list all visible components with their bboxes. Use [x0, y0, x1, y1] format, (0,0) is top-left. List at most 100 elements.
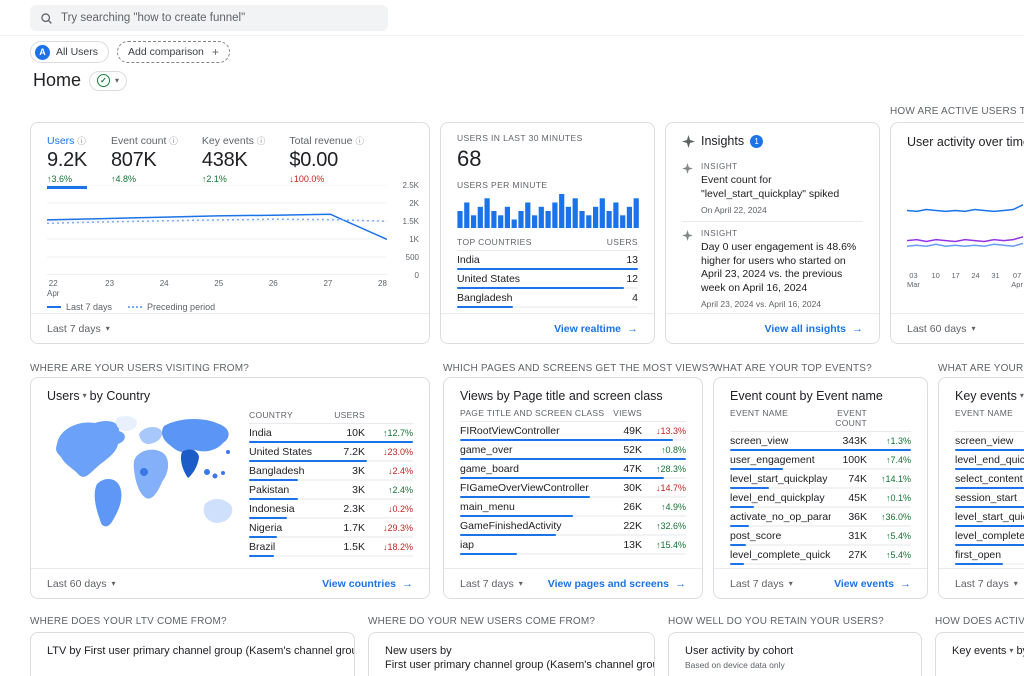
key-events-table: EVENT NAME KEY EVENTS screen_view level_e… [939, 408, 1024, 565]
row-bar [955, 524, 1024, 527]
arrow-right-icon: → [852, 322, 863, 335]
row-label: Pakistan [249, 484, 290, 496]
insights-icon [682, 134, 695, 148]
insights-header: Insights 1 [666, 123, 879, 155]
date-range-selector[interactable]: Last 60 days ▾ [907, 323, 976, 335]
countries-table-header: COUNTRY USERS [249, 410, 413, 424]
date-range-selector[interactable]: Last 7 days ▾ [460, 578, 523, 590]
all-users-chip[interactable]: A All Users [30, 41, 110, 63]
table-row: India 10K ↑12.7% [249, 427, 413, 443]
pages-rows: FIRootViewController 49K ↓13.3% game_over 52… [460, 425, 686, 555]
overview-card-footer: Last 7 days ▾ [31, 313, 429, 343]
row-bar [460, 438, 686, 441]
view-all-insights-link[interactable]: View all insights → [765, 323, 864, 335]
row-delta: ↑5.4% [885, 531, 911, 541]
map-region-australia [203, 498, 233, 523]
row-delta: ↑12.7% [382, 428, 413, 438]
row-bar [457, 305, 638, 308]
row-value: 3K [352, 465, 365, 477]
date-range-selector[interactable]: Last 60 days ▾ [47, 578, 116, 590]
row-label: select_content [955, 473, 1023, 485]
info-icon[interactable]: ⓘ [169, 135, 178, 147]
comparison-bar: A All Users Add comparison + [30, 41, 230, 63]
trending-card: User activity over time 03 Mar 10 17 24 31 07 A… [890, 122, 1024, 344]
search-input[interactable] [61, 12, 378, 24]
table-row: Bangladesh 3K ↓2.4% [249, 465, 413, 481]
trending-card-footer: Last 60 days ▾ [891, 313, 1024, 343]
metric-tab-users[interactable]: Users ⓘ 9.2K ↑3.6% [47, 135, 87, 189]
users-by-country-card: Users ▾ by Country COUNTRY USERS India 1… [30, 377, 430, 599]
x-axis-label: 28 [378, 279, 387, 288]
users-per-minute-chart [457, 194, 639, 228]
metric-selector[interactable]: Users [47, 389, 80, 403]
view-realtime-label: View realtime [554, 322, 621, 335]
row-bar [460, 552, 686, 555]
top-countries-column-header: TOP COUNTRIES [457, 237, 532, 247]
info-icon[interactable]: ⓘ [355, 135, 364, 147]
retention-card-title: User activity by cohort [669, 633, 921, 657]
info-icon[interactable]: ⓘ [77, 135, 86, 147]
world-map [56, 415, 233, 527]
row-value: 52K [623, 444, 642, 456]
table-row: level_end_quickplay [955, 454, 1024, 470]
view-countries-link[interactable]: View countries → [322, 578, 413, 590]
new-users-line2-text: First user primary channel group (Kasem'… [385, 659, 654, 671]
page-title: Home [33, 70, 82, 90]
table-row: screen_view 343K ↑1.3% [730, 435, 911, 451]
row-delta: ↓0.2% [387, 504, 413, 514]
y-axis-label: 1.5K [402, 217, 419, 226]
row-delta: ↑15.4% [655, 540, 686, 550]
insight-item[interactable]: INSIGHT Event count for "level_start_quic… [682, 155, 863, 221]
x-axis-label: 10 [931, 271, 940, 280]
row-label: FIGameOverViewController [460, 482, 589, 494]
row-bar [457, 267, 638, 270]
x-axis-label: 26 [268, 279, 278, 288]
date-range-selector[interactable]: Last 7 days ▾ [47, 323, 110, 335]
metric-tab-event-count[interactable]: Event count ⓘ 807K ↑4.8% [111, 135, 178, 189]
row-delta: ↑32.6% [655, 521, 686, 531]
metric-value: $0.00 [289, 149, 338, 171]
chevron-down-icon: ▾ [971, 323, 976, 333]
view-pages-link[interactable]: View pages and screens → [548, 578, 686, 590]
row-label: level_start_quickplay [730, 473, 828, 485]
table-row: level_complete_quickplay 27K ↑5.4% [730, 549, 911, 565]
table-row: United States 12 [457, 273, 638, 289]
metric-tab-key-events[interactable]: Key events ⓘ 438K ↑2.1% [202, 135, 265, 189]
date-range-selector[interactable]: Last 7 days ▾ [730, 578, 793, 590]
date-range-label: Last 7 days [955, 577, 1009, 590]
metric-selector[interactable]: Key events [955, 389, 1017, 403]
user-activity-chart [907, 204, 1023, 247]
metric-selector[interactable]: Key events [952, 645, 1006, 657]
insight-text: Day 0 user engagement is 48.6% higher fo… [701, 240, 857, 295]
row-bar [955, 562, 1024, 565]
metric-tab-total-revenue[interactable]: Total revenue ⓘ $0.00 ↓100.0% [289, 135, 364, 189]
ltv-title-text: LTV by First user primary channel group … [47, 645, 354, 657]
event-name-column-header: EVENT NAME [955, 408, 1014, 418]
map-region-asia [161, 418, 229, 453]
info-icon[interactable]: ⓘ [257, 135, 266, 147]
table-row: user_engagement 100K ↑7.4% [730, 454, 911, 470]
date-range-selector[interactable]: Last 7 days ▾ [955, 578, 1018, 590]
arrow-right-icon: → [675, 577, 686, 590]
pages-views-title: Views by Page title and screen class [444, 378, 702, 408]
users-per-minute-label: USERS PER MINUTE [457, 180, 548, 190]
add-comparison-chip[interactable]: Add comparison + [117, 41, 230, 63]
row-label: level_end_quickplay [730, 492, 825, 504]
dimension-label: by Country [89, 389, 151, 403]
realtime-card: USERS IN LAST 30 MINUTES 68 USERS PER MI… [440, 122, 655, 344]
row-delta: ↓18.2% [382, 542, 413, 552]
row-label: Bangladesh [249, 465, 305, 477]
top-events-title: Event count by Event name [714, 378, 927, 408]
search-box[interactable] [30, 5, 388, 31]
report-status-selector[interactable]: ✓ ▾ [89, 70, 128, 91]
retention-card-subtitle: Based on device data only [685, 660, 785, 670]
insight-body: INSIGHT Day 0 user engagement is 48.6% hi… [701, 228, 863, 309]
x-axis-label: 25 [214, 279, 224, 288]
legend-item: Preceding period [128, 302, 215, 312]
metric-delta: ↑4.8% [110, 174, 136, 184]
view-events-link[interactable]: View events → [834, 578, 911, 590]
insight-item[interactable]: INSIGHT Day 0 user engagement is 48.6% hi… [682, 220, 863, 315]
table-row: Nigeria 1.7K ↓29.3% [249, 522, 413, 538]
row-value: 10K [346, 427, 365, 439]
view-realtime-link[interactable]: View realtime → [554, 323, 638, 335]
